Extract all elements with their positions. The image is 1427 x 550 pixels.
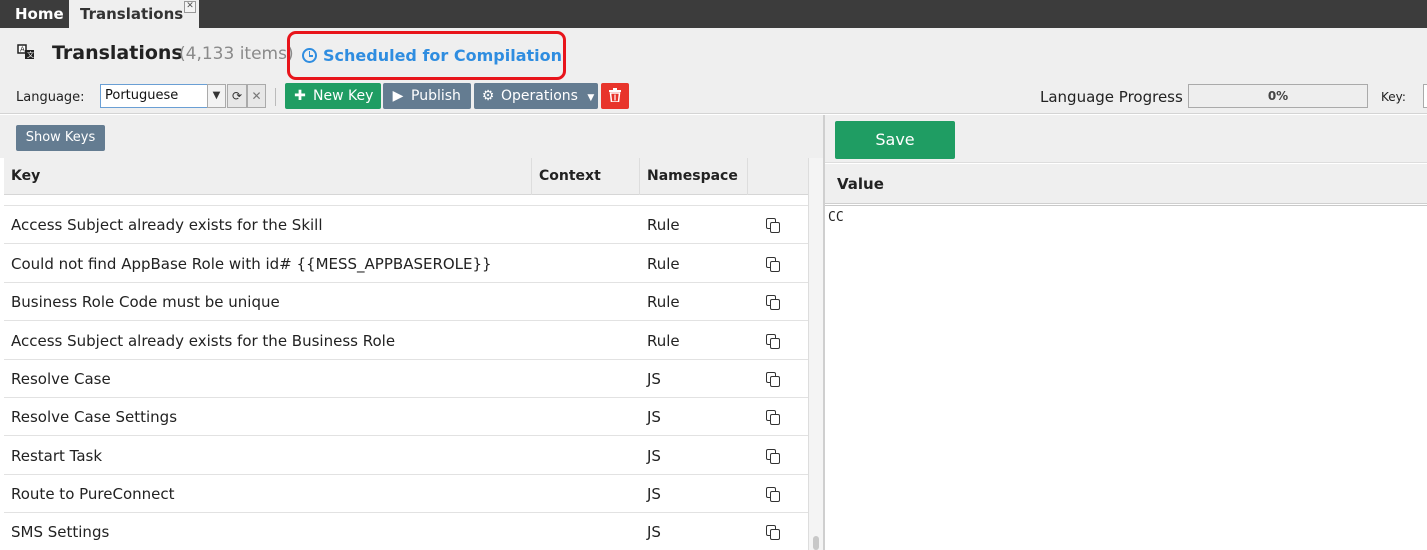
page-title: Translations: [52, 42, 183, 64]
table-row[interactable]: Business Role Code must be unique Rule: [4, 283, 808, 321]
refresh-icon[interactable]: ⟳: [227, 84, 247, 108]
tab-translations-label: Translations: [80, 5, 184, 23]
column-header-key[interactable]: Key: [4, 158, 532, 195]
copy-icon[interactable]: [766, 487, 782, 503]
grid-body: Access Subject already exists for the Sk…: [4, 195, 808, 550]
table-row[interactable]: [4, 195, 808, 206]
show-keys-button[interactable]: Show Keys: [16, 125, 105, 151]
value-subbar: Save: [825, 115, 1427, 163]
column-header-namespace[interactable]: Namespace: [640, 158, 748, 195]
value-pane: Save Value CC: [825, 115, 1427, 550]
language-select[interactable]: Portuguese: [100, 84, 208, 108]
table-row[interactable]: Access Subject already exists for the Sk…: [4, 206, 808, 244]
table-row[interactable]: Resolve Case JS: [4, 360, 808, 398]
copy-icon[interactable]: [766, 410, 782, 426]
row-key: Business Role Code must be unique: [11, 293, 280, 311]
table-row[interactable]: SMS Settings JS: [4, 513, 808, 550]
publish-button[interactable]: ▶ Publish: [383, 83, 471, 109]
row-key: Route to PureConnect: [11, 485, 175, 503]
row-namespace: Rule: [647, 216, 680, 234]
row-key: Restart Task: [11, 447, 103, 465]
plus-icon: ✚: [294, 88, 306, 104]
close-tab-icon[interactable]: ✕: [184, 1, 196, 13]
copy-icon[interactable]: [766, 525, 782, 541]
svg-text:文: 文: [27, 50, 34, 59]
operations-button[interactable]: ⚙ Operations ▼: [474, 83, 598, 109]
row-namespace: JS: [647, 408, 661, 426]
row-namespace: Rule: [647, 293, 680, 311]
item-count: (4,133 items): [179, 44, 294, 64]
scroll-thumb[interactable]: [813, 536, 819, 550]
table-row[interactable]: Restart Task JS: [4, 437, 808, 475]
caret-down-icon: ▼: [587, 93, 595, 103]
compilation-status-label: Scheduled for Compilation: [323, 46, 563, 65]
keys-pane: Show Keys Key Context Namespace Access S…: [0, 115, 823, 550]
value-title: Value: [837, 175, 884, 193]
row-key: Resolve Case Settings: [11, 408, 178, 426]
table-row[interactable]: Route to PureConnect JS: [4, 475, 808, 513]
keys-subbar: Show Keys: [0, 115, 823, 158]
row-key: Access Subject already exists for the Bu…: [11, 332, 396, 350]
compilation-status[interactable]: Scheduled for Compilation: [302, 46, 562, 65]
copy-icon[interactable]: [766, 257, 782, 273]
table-row[interactable]: Access Subject already exists for the Bu…: [4, 322, 808, 360]
trash-icon: [609, 88, 621, 103]
value-editor[interactable]: CC: [825, 205, 1427, 550]
row-key: Resolve Case: [11, 370, 111, 388]
row-namespace: JS: [647, 485, 661, 503]
grid-header: Key Context Namespace: [4, 158, 808, 195]
column-header-actions: [748, 158, 808, 195]
row-namespace: JS: [647, 447, 661, 465]
column-header-context[interactable]: Context: [532, 158, 640, 195]
save-button[interactable]: Save: [835, 121, 955, 159]
copy-icon[interactable]: [766, 334, 782, 350]
row-key: Access Subject already exists for the Sk…: [11, 216, 323, 234]
language-label: Language:: [16, 90, 85, 105]
copy-icon[interactable]: [766, 449, 782, 465]
grid-scrollbar[interactable]: [808, 158, 823, 550]
language-progress-bar: 0%: [1188, 84, 1368, 108]
progress-text: 0%: [1267, 89, 1289, 103]
publish-label: Publish: [411, 88, 461, 104]
clear-icon[interactable]: ✕: [247, 84, 266, 108]
row-key: Could not find AppBase Role with id# {{M…: [11, 255, 492, 273]
tab-translations[interactable]: Translations: [69, 0, 199, 28]
value-header: Value: [825, 164, 1427, 204]
copy-icon[interactable]: [766, 295, 782, 311]
tab-home[interactable]: Home: [0, 0, 68, 28]
row-key: SMS Settings: [11, 523, 110, 541]
chevron-down-icon[interactable]: ▼: [207, 84, 226, 108]
translate-icon: A 文: [15, 42, 37, 64]
tab-bar: Home Translations ✕: [0, 0, 1427, 28]
operations-label: Operations: [501, 88, 578, 104]
gears-icon: ⚙: [481, 88, 495, 104]
delete-button[interactable]: [601, 83, 629, 109]
play-icon: ▶: [392, 88, 404, 104]
new-key-label: New Key: [313, 88, 374, 104]
language-progress-label: Language Progress: [1040, 88, 1183, 106]
key-filter-label: Key:: [1381, 90, 1406, 104]
page-header: A 文 Translations (4,133 items): [0, 28, 1427, 80]
row-namespace: JS: [647, 370, 661, 388]
svg-text:A: A: [20, 46, 25, 54]
new-key-button[interactable]: ✚ New Key: [285, 83, 381, 109]
copy-icon[interactable]: [766, 372, 782, 388]
row-namespace: Rule: [647, 255, 680, 273]
copy-icon[interactable]: [766, 218, 782, 234]
clock-icon: [302, 48, 317, 63]
key-filter-input[interactable]: [1423, 84, 1427, 108]
toolbar-divider: [275, 88, 276, 106]
table-row[interactable]: Resolve Case Settings JS: [4, 398, 808, 436]
table-row[interactable]: Could not find AppBase Role with id# {{M…: [4, 245, 808, 283]
toolbar: Language: Portuguese ▼ ⟳ ✕ ✚ New Key ▶ Pub…: [0, 80, 1427, 114]
row-namespace: JS: [647, 523, 661, 541]
row-namespace: Rule: [647, 332, 680, 350]
